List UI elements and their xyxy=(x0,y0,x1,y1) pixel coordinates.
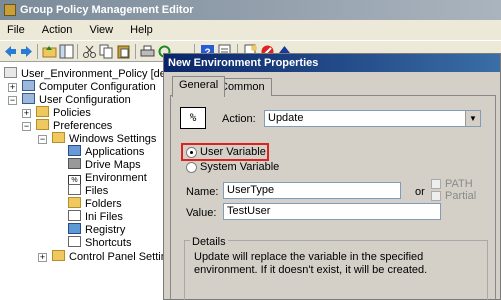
folder-icon xyxy=(36,119,49,130)
tree-item-shortcuts[interactable]: Shortcuts xyxy=(68,236,131,250)
toolbar-separator xyxy=(77,44,78,59)
window-title-bar: Group Policy Management Editor xyxy=(0,0,501,20)
user-icon xyxy=(22,93,35,104)
toolbar-separator xyxy=(135,44,136,59)
environment-action-icon: % xyxy=(180,107,206,129)
print-icon[interactable] xyxy=(140,44,155,59)
details-text: Update will replace the variable in the … xyxy=(194,251,428,276)
folder-icon xyxy=(52,132,65,143)
menu-bar: File Action View Help xyxy=(0,20,501,40)
expand-toggle[interactable]: + xyxy=(38,253,47,262)
folder-icon xyxy=(68,197,81,208)
tree-pane: User_Environment_Policy [devDC.V + Compu… xyxy=(0,62,198,300)
action-select[interactable]: Update ▼ xyxy=(264,110,481,127)
collapse-toggle[interactable]: − xyxy=(22,122,31,131)
registry-icon xyxy=(68,223,81,234)
menu-help[interactable]: Help xyxy=(123,20,160,40)
window-title: Group Policy Management Editor xyxy=(20,4,194,16)
tree-item-ini-files[interactable]: Ini Files xyxy=(68,210,123,224)
folder-icon xyxy=(36,106,49,117)
policy-icon xyxy=(4,67,17,78)
value-label: Value: xyxy=(186,207,217,219)
tab-general[interactable]: General xyxy=(172,76,226,97)
tree-item-windows-settings[interactable]: Windows Settings xyxy=(52,132,156,146)
tree-item-drive-maps[interactable]: Drive Maps xyxy=(68,158,141,172)
copy-icon[interactable] xyxy=(99,44,114,59)
tree-item-user-configuration[interactable]: User Configuration xyxy=(22,93,131,107)
system-variable-radio[interactable] xyxy=(186,162,197,173)
tree-item-folders[interactable]: Folders xyxy=(68,197,122,211)
tree-item-policies[interactable]: Policies xyxy=(36,106,91,120)
show-hide-tree-icon[interactable] xyxy=(59,44,74,59)
menu-file[interactable]: File xyxy=(0,20,32,40)
dialog-title: New Environment Properties xyxy=(164,54,500,72)
up-folder-icon[interactable] xyxy=(42,44,57,59)
expand-toggle[interactable]: + xyxy=(22,109,31,118)
drive-icon xyxy=(68,158,81,169)
tree-item-control-panel-settings[interactable]: Control Panel Settings xyxy=(52,250,178,264)
path-checkbox[interactable] xyxy=(431,179,441,189)
tree-item-files[interactable]: Files xyxy=(68,184,108,198)
computer-icon xyxy=(22,80,35,91)
paste-icon[interactable] xyxy=(116,44,131,59)
menu-action[interactable]: Action xyxy=(35,20,80,40)
tree-item-applications[interactable]: Applications xyxy=(68,145,144,159)
name-label: Name: xyxy=(186,186,219,198)
chevron-down-icon[interactable]: ▼ xyxy=(465,111,480,126)
or-label: or xyxy=(415,186,425,198)
user-variable-label[interactable]: User Variable xyxy=(200,145,266,159)
user-variable-radio[interactable] xyxy=(186,147,197,158)
tree-item-registry[interactable]: Registry xyxy=(68,223,125,237)
name-field[interactable]: UserType xyxy=(223,182,401,199)
folder-icon xyxy=(52,250,65,261)
collapse-toggle[interactable]: − xyxy=(8,96,17,105)
environment-properties-dialog: New Environment Properties General Commo… xyxy=(163,53,501,300)
partial-label: Partial xyxy=(445,190,477,202)
applications-icon xyxy=(68,145,81,156)
value-field[interactable]: TestUser xyxy=(223,203,441,220)
gpo-editor-icon xyxy=(4,4,16,16)
tree-item-preferences[interactable]: Preferences xyxy=(36,119,112,133)
partial-checkbox[interactable] xyxy=(431,191,441,201)
back-icon[interactable] xyxy=(3,44,18,59)
details-title: Details xyxy=(190,235,228,249)
expand-toggle[interactable]: + xyxy=(8,83,17,92)
toolbar-separator xyxy=(37,44,38,59)
system-variable-label[interactable]: System Variable xyxy=(200,160,279,174)
ini-file-icon xyxy=(68,210,81,221)
forward-icon[interactable] xyxy=(19,44,34,59)
action-label: Action: xyxy=(222,113,256,125)
collapse-toggle[interactable]: − xyxy=(38,135,47,144)
tree-item-computer-configuration[interactable]: Computer Configuration xyxy=(22,80,156,94)
menu-view[interactable]: View xyxy=(82,20,120,40)
file-icon xyxy=(68,184,81,195)
tree-item-environment[interactable]: % Environment xyxy=(68,171,147,186)
action-select-value: Update xyxy=(268,112,304,124)
cut-icon[interactable] xyxy=(82,44,97,59)
shortcut-icon xyxy=(68,236,81,247)
